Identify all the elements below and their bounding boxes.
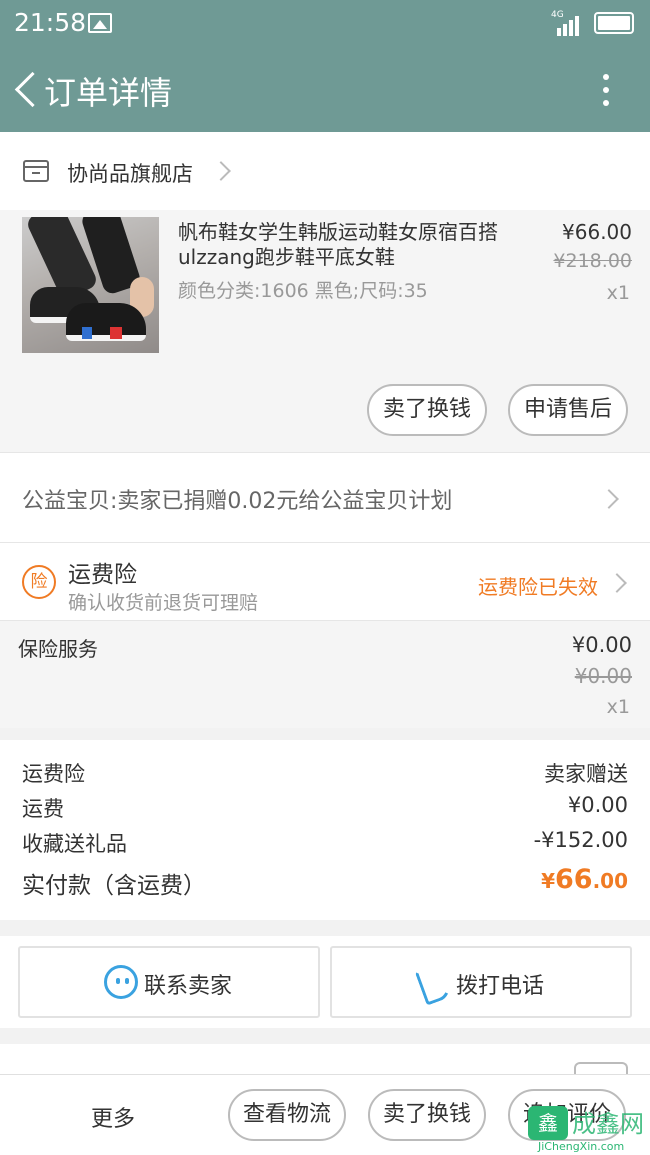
payment-summary: 运费险 卖家赠送 运费 ¥0.00 收藏送礼品 -¥152.00 实付款（含运费… bbox=[0, 740, 650, 920]
page-title: 订单详情 bbox=[44, 74, 173, 112]
chevron-right-icon bbox=[607, 573, 627, 593]
summary-row: 收藏送礼品 -¥152.00 bbox=[22, 828, 628, 858]
shipping-insurance-status: 运费险已失效 bbox=[478, 575, 598, 599]
summary-label: 运费险 bbox=[22, 762, 85, 786]
watermark: 鑫 成鑫网 JiChengXin.com bbox=[528, 1096, 650, 1155]
chevron-right-icon bbox=[211, 161, 231, 181]
next-section-edge bbox=[0, 1044, 650, 1076]
product-sku: 颜色分类:1606 黑色;尺码:35 bbox=[178, 280, 428, 302]
product-price: ¥66.00 bbox=[562, 220, 632, 244]
call-phone-button[interactable]: 拨打电话 bbox=[330, 946, 632, 1018]
product-quantity: x1 bbox=[606, 282, 630, 304]
apply-after-sale-button[interactable]: 申请售后 bbox=[508, 384, 628, 436]
insurance-service-item: 保险服务 ¥0.00 ¥0.00 x1 bbox=[0, 620, 650, 728]
contact-seller-button[interactable]: 联系卖家 bbox=[18, 946, 320, 1018]
sell-for-cash-button[interactable]: 卖了换钱 bbox=[368, 1089, 486, 1141]
chevron-right-icon bbox=[599, 489, 619, 509]
store-icon bbox=[23, 160, 49, 182]
shipping-insurance-subtitle: 确认收货前退货可理赔 bbox=[68, 592, 259, 614]
image-notification-icon bbox=[88, 13, 112, 33]
summary-row: 运费险 卖家赠送 bbox=[22, 758, 628, 788]
view-logistics-button[interactable]: 查看物流 bbox=[228, 1089, 346, 1141]
charity-row[interactable]: 公益宝贝:卖家已捐赠0.02元给公益宝贝计划 bbox=[0, 452, 650, 542]
insurance-service-original-price: ¥0.00 bbox=[574, 664, 632, 688]
sell-for-cash-button[interactable]: 卖了换钱 bbox=[367, 384, 487, 436]
insurance-service-price: ¥0.00 bbox=[571, 633, 632, 657]
more-options-icon[interactable] bbox=[594, 72, 618, 108]
product-title: 帆布鞋女学生韩版运动鞋女原宿百搭ulzzang跑步鞋平底女鞋 bbox=[178, 220, 498, 269]
total-row: 实付款（含运费） ¥66.00 bbox=[22, 864, 628, 899]
insurance-icon: 险 bbox=[22, 565, 56, 599]
summary-label: 收藏送礼品 bbox=[22, 832, 127, 856]
status-time: 21:58 bbox=[14, 8, 87, 37]
contact-seller-label: 联系卖家 bbox=[144, 974, 233, 999]
more-button[interactable]: 更多 bbox=[91, 1101, 135, 1133]
summary-row: 运费 ¥0.00 bbox=[22, 793, 628, 823]
contact-bar: 联系卖家 拨打电话 bbox=[0, 936, 650, 1028]
phone-icon bbox=[416, 964, 450, 1000]
summary-value: ¥0.00 bbox=[567, 793, 628, 817]
product-original-price: ¥218.00 bbox=[553, 250, 632, 272]
network-type: 4G bbox=[551, 10, 564, 20]
watermark-url: JiChengXin.com bbox=[538, 1140, 625, 1153]
battery-icon bbox=[594, 12, 634, 34]
shop-row[interactable]: 协尚品旗舰店 bbox=[0, 132, 650, 210]
shop-name: 协尚品旗舰店 bbox=[67, 162, 193, 186]
shipping-insurance-title: 运费险 bbox=[68, 562, 137, 588]
shipping-insurance-row[interactable]: 险 运费险 确认收货前退货可理赔 运费险已失效 bbox=[0, 542, 650, 620]
status-bar: 21:58 4G bbox=[0, 0, 650, 46]
chat-icon bbox=[104, 965, 138, 999]
summary-value: -¥152.00 bbox=[533, 828, 628, 852]
insurance-service-quantity: x1 bbox=[606, 696, 630, 718]
back-arrow-icon[interactable] bbox=[14, 72, 38, 108]
title-bar: 订单详情 bbox=[0, 46, 650, 132]
call-phone-label: 拨打电话 bbox=[456, 974, 545, 999]
charity-text: 公益宝贝:卖家已捐赠0.02元给公益宝贝计划 bbox=[22, 489, 453, 514]
product-item[interactable]: 帆布鞋女学生韩版运动鞋女原宿百搭ulzzang跑步鞋平底女鞋 颜色分类:1606… bbox=[0, 210, 650, 452]
total-amount: ¥66.00 bbox=[541, 864, 628, 895]
summary-value: 卖家赠送 bbox=[544, 762, 628, 786]
product-image[interactable] bbox=[22, 217, 159, 353]
insurance-service-label: 保险服务 bbox=[18, 637, 98, 661]
signal-icon: 4G bbox=[551, 10, 581, 36]
watermark-text: 成鑫网 bbox=[572, 1110, 644, 1138]
summary-label: 运费 bbox=[22, 797, 64, 821]
total-label: 实付款（含运费） bbox=[22, 873, 206, 899]
watermark-logo: 鑫 bbox=[528, 1106, 568, 1140]
